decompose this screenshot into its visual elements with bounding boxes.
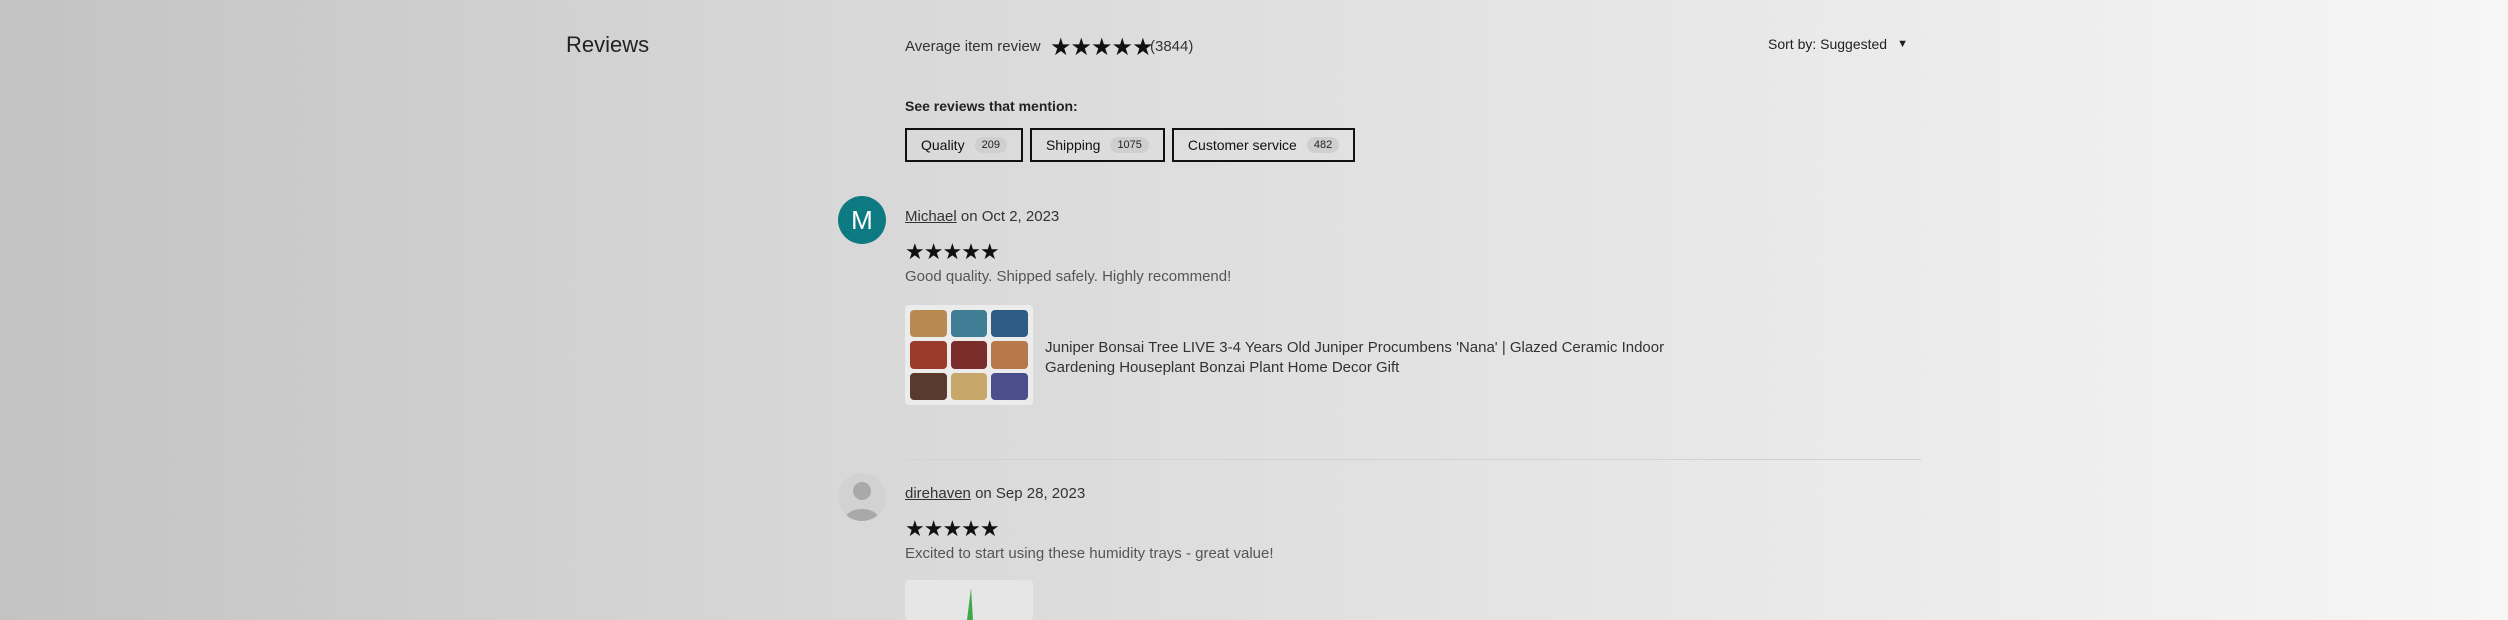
review-star-rating: ★★★★★ bbox=[905, 239, 1000, 264]
pot-image bbox=[991, 372, 1028, 400]
listing-title-link[interactable]: Juniper Bonsai Tree LIVE 3-4 Years Old J… bbox=[1045, 338, 1705, 378]
review-date: on Sep 28, 2023 bbox=[975, 485, 1086, 502]
chip-label: Shipping bbox=[1045, 137, 1101, 153]
chip-count: 1075 bbox=[1110, 137, 1149, 153]
pot-image bbox=[991, 310, 1028, 338]
pot-image bbox=[950, 341, 988, 369]
review-divider bbox=[905, 459, 1921, 460]
pot-image bbox=[950, 372, 988, 400]
chip-count: 209 bbox=[974, 137, 1007, 153]
pot-image bbox=[991, 341, 1028, 369]
review-header: direhaven on Sep 28, 2023 bbox=[905, 485, 1085, 502]
pot-image bbox=[910, 341, 947, 369]
review-date: on Oct 2, 2023 bbox=[960, 208, 1060, 225]
chip-count: 482 bbox=[1306, 137, 1340, 153]
chip-quality[interactable]: Quality 209 bbox=[905, 128, 1023, 162]
sort-dropdown[interactable]: Sort by: Suggested ▼ bbox=[1768, 36, 1908, 52]
pot-image bbox=[910, 310, 947, 338]
mentions-label: See reviews that mention: bbox=[905, 98, 1078, 114]
reviewer-name-link[interactable]: Michael bbox=[905, 208, 957, 225]
chip-shipping[interactable]: Shipping 1075 bbox=[1029, 128, 1165, 162]
average-review-label: Average item review bbox=[905, 38, 1041, 55]
pot-image bbox=[950, 310, 988, 338]
sort-label: Sort by: Suggested bbox=[1768, 36, 1888, 52]
reviews-title: Reviews bbox=[566, 32, 650, 57]
caret-down-icon: ▼ bbox=[1897, 38, 1908, 50]
review-count: (3844) bbox=[1150, 38, 1194, 55]
default-avatar-icon[interactable] bbox=[838, 473, 886, 521]
review-star-rating: ★★★★★ bbox=[905, 516, 1000, 541]
review-text: Good quality. Shipped safely. Highly rec… bbox=[905, 268, 1232, 285]
mention-filter-chips: Quality 209 Shipping 1075 Customer servi… bbox=[905, 128, 1356, 162]
listing-thumbnail[interactable] bbox=[905, 305, 1033, 405]
chip-label: Customer service bbox=[1187, 137, 1297, 153]
review-text: Excited to start using these humidity tr… bbox=[905, 545, 1274, 562]
review-header: Michael on Oct 2, 2023 bbox=[905, 208, 1059, 225]
average-star-rating: ★★★★★ bbox=[1050, 34, 1154, 61]
chip-label: Quality bbox=[921, 137, 965, 153]
review-photo-thumbnail[interactable] bbox=[905, 580, 1033, 620]
reviewer-name-link[interactable]: direhaven bbox=[905, 485, 971, 502]
pot-image bbox=[910, 372, 947, 400]
avatar[interactable]: M bbox=[838, 196, 886, 244]
chip-customer-service[interactable]: Customer service 482 bbox=[1171, 128, 1356, 162]
